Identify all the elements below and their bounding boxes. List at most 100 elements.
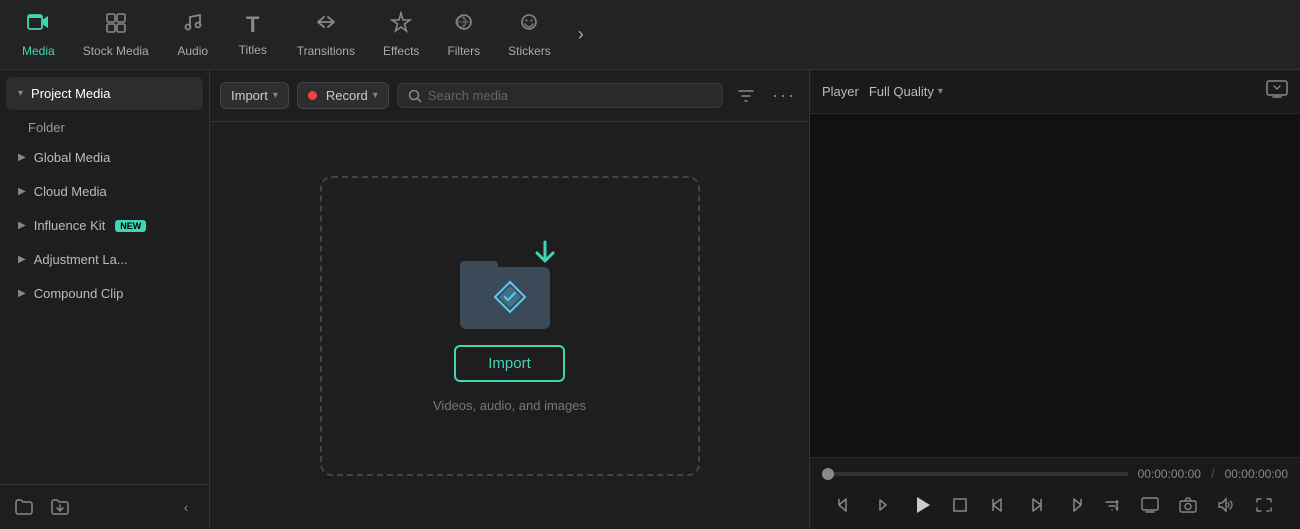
stock-media-icon [104, 11, 128, 39]
audio-label: Audio [177, 44, 208, 58]
quality-arrow-icon: ▾ [938, 86, 943, 97]
filters-icon [452, 11, 476, 39]
chevron-right-icon: ▶ [18, 254, 26, 265]
project-media-label: Project Media [31, 86, 110, 101]
nav-item-stock-media[interactable]: Stock Media [69, 3, 163, 66]
import-graphic [460, 239, 560, 329]
player-timeline: 00:00:00:00 / 00:00:00:00 [822, 466, 1288, 481]
sidebar-content: ▾ Project Media Folder ▶ Global Media ▶ … [0, 70, 209, 484]
adjustment-layer-label: Adjustment La... [34, 252, 128, 267]
import-subtitle: Videos, audio, and images [433, 398, 586, 413]
search-input[interactable] [428, 88, 712, 103]
record-button[interactable]: Record ▾ [297, 82, 389, 109]
nav-item-transitions[interactable]: Transitions [283, 3, 369, 66]
media-toolbar: Import ▾ Record ▾ ··· [210, 70, 809, 122]
nav-item-media[interactable]: Media [8, 3, 69, 66]
sidebar: ▾ Project Media Folder ▶ Global Media ▶ … [0, 70, 210, 529]
search-icon [408, 89, 422, 103]
transitions-icon [314, 11, 338, 39]
sidebar-item-global-media[interactable]: ▶ Global Media [6, 141, 203, 174]
stock-media-label: Stock Media [83, 44, 149, 58]
player-controls-area: 00:00:00:00 / 00:00:00:00 [810, 457, 1300, 529]
snapshot-button[interactable] [1172, 489, 1204, 521]
chevron-right-icon: ▶ [18, 288, 26, 299]
chevron-right-icon: ▶ [18, 220, 26, 231]
import-media-button[interactable] [46, 493, 74, 521]
player-viewport [810, 114, 1300, 457]
time-divider: / [1211, 466, 1215, 481]
time-total: 00:00:00:00 [1225, 467, 1288, 481]
play-button[interactable] [906, 489, 938, 521]
more-options-button[interactable]: ··· [769, 81, 799, 111]
frame-back-button[interactable] [868, 489, 900, 521]
influence-kit-label: Influence Kit [34, 218, 106, 233]
sidebar-item-project-media[interactable]: ▾ Project Media [6, 77, 203, 110]
media-icon [26, 11, 50, 39]
transitions-label: Transitions [297, 44, 355, 58]
global-media-label: Global Media [34, 150, 111, 165]
titles-label: Titles [239, 43, 267, 57]
compound-clip-label: Compound Clip [34, 286, 124, 301]
nav-item-audio[interactable]: Audio [163, 3, 223, 66]
new-folder-button[interactable] [10, 493, 38, 521]
more-icon: ··· [772, 85, 796, 106]
sidebar-item-cloud-media[interactable]: ▶ Cloud Media [6, 175, 203, 208]
output-dropdown-button[interactable] [1096, 489, 1128, 521]
import-label: Import [231, 88, 268, 103]
nav-item-filters[interactable]: Filters [433, 3, 494, 66]
player-panel: Player Full Quality ▾ [810, 70, 1300, 529]
nav-item-stickers[interactable]: Stickers [494, 3, 565, 66]
forward-button[interactable] [1058, 489, 1090, 521]
screen-options-button[interactable] [1266, 80, 1288, 103]
import-dropdown-arrow: ▾ [273, 90, 278, 101]
cloud-media-label: Cloud Media [34, 184, 107, 199]
quality-value: Full Quality [869, 84, 934, 99]
media-label: Media [22, 44, 55, 58]
import-dropzone: Import Videos, audio, and images [320, 176, 700, 476]
folder-tab-shape [460, 261, 498, 273]
titles-icon: T [246, 12, 259, 38]
screen-button[interactable] [1134, 489, 1166, 521]
player-header: Player Full Quality ▾ [810, 70, 1300, 114]
player-label: Player [822, 84, 859, 99]
download-arrow-icon [530, 239, 560, 272]
sidebar-collapse-button[interactable]: ‹ [173, 494, 199, 520]
time-current: 00:00:00:00 [1138, 467, 1201, 481]
filter-button[interactable] [731, 81, 761, 111]
quality-selector[interactable]: Full Quality ▾ [869, 84, 943, 99]
sidebar-item-influence-kit[interactable]: ▶ Influence Kit NEW [6, 209, 203, 242]
sidebar-item-folder[interactable]: Folder [0, 111, 209, 140]
record-label: Record [326, 88, 368, 103]
import-button[interactable]: Import ▾ [220, 82, 289, 109]
step-back-button[interactable] [830, 489, 862, 521]
filters-label: Filters [447, 44, 480, 58]
timeline-thumb [822, 468, 834, 480]
nav-item-titles[interactable]: T Titles [223, 4, 283, 65]
search-box[interactable] [397, 83, 723, 108]
record-dot-icon [308, 91, 317, 100]
sidebar-item-adjustment-layer[interactable]: ▶ Adjustment La... [6, 243, 203, 276]
top-nav: Media Stock Media Audio T Titles [0, 0, 1300, 70]
stop-button[interactable] [944, 489, 976, 521]
new-badge: NEW [115, 220, 146, 232]
timeline-track[interactable] [822, 472, 1128, 476]
chevron-right-icon: ▶ [18, 186, 26, 197]
sidebar-bottom: ‹ [0, 484, 209, 529]
stickers-icon [517, 11, 541, 39]
mark-out-button[interactable] [1020, 489, 1052, 521]
fullscreen-button[interactable] [1248, 489, 1280, 521]
audio-icon [182, 11, 204, 39]
chevron-right-icon: ▶ [18, 152, 26, 163]
sidebar-item-compound-clip[interactable]: ▶ Compound Clip [6, 277, 203, 310]
mark-in-button[interactable] [982, 489, 1014, 521]
effects-label: Effects [383, 44, 419, 58]
chevron-down-icon: ▾ [18, 88, 23, 99]
effects-icon [389, 11, 413, 39]
nav-item-effects[interactable]: Effects [369, 3, 433, 66]
nav-more-button[interactable]: › [565, 19, 597, 51]
import-drop-button[interactable]: Import [454, 345, 565, 382]
main-area: ▾ Project Media Folder ▶ Global Media ▶ … [0, 70, 1300, 529]
stickers-label: Stickers [508, 44, 551, 58]
volume-button[interactable] [1210, 489, 1242, 521]
filter-icon [737, 87, 755, 105]
